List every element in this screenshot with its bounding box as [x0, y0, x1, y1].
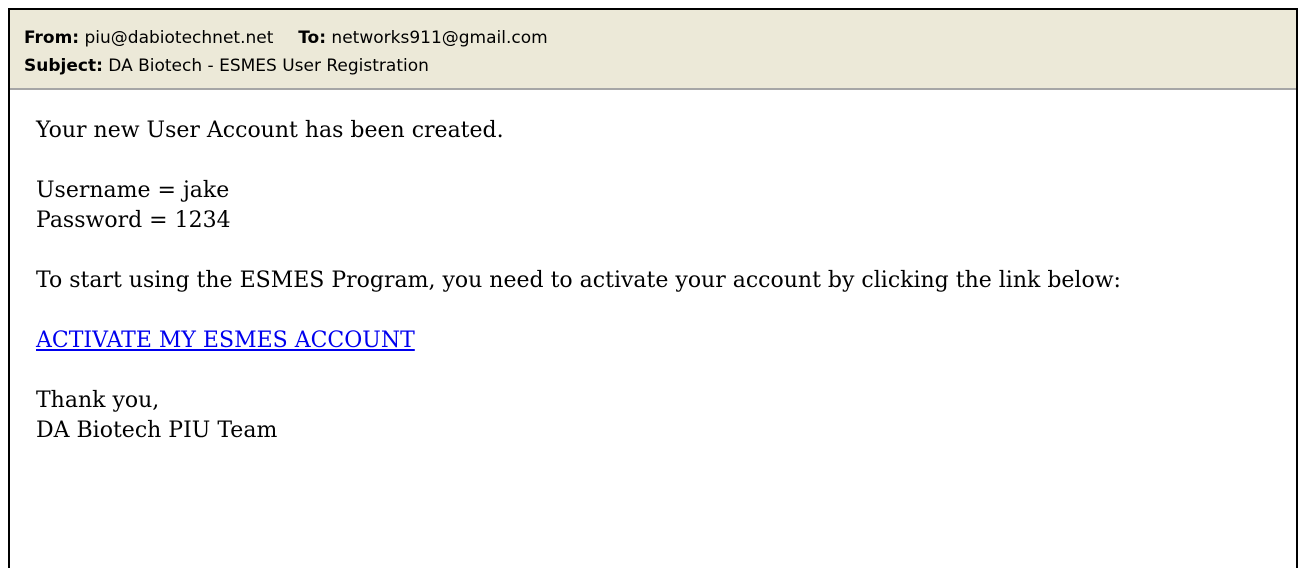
subject-text: DA Biotech - ESMES User Registration	[108, 56, 429, 76]
instruction-text: To start using the ESMES Program, you ne…	[36, 268, 1121, 293]
email-header-addresses: From: piu@dabiotechnet.net To: networks9…	[24, 24, 1296, 52]
closing-text: Thank you,	[36, 388, 160, 413]
email-body: Your new User Account has been created. …	[10, 90, 1296, 446]
password-text: Password = 1234	[36, 208, 231, 233]
email-header-subject: Subject: DA Biotech - ESMES User Registr…	[24, 52, 1296, 80]
intro-text: Your new User Account has been created.	[36, 118, 504, 143]
from-address: piu@dabiotechnet.net	[84, 28, 274, 48]
activate-link-row: ACTIVATE MY ESMES ACCOUNT	[36, 326, 1296, 356]
email-header: From: piu@dabiotechnet.net To: networks9…	[10, 10, 1296, 90]
to-label: To:	[298, 28, 327, 48]
email-window: From: piu@dabiotechnet.net To: networks9…	[8, 8, 1298, 568]
to-address: networks911@gmail.com	[331, 28, 548, 48]
from-label: From:	[24, 28, 80, 48]
username-text: Username = jake	[36, 178, 230, 203]
activate-account-link[interactable]: ACTIVATE MY ESMES ACCOUNT	[36, 328, 415, 353]
signature-text: DA Biotech PIU Team	[36, 418, 278, 443]
subject-label: Subject:	[24, 56, 103, 76]
